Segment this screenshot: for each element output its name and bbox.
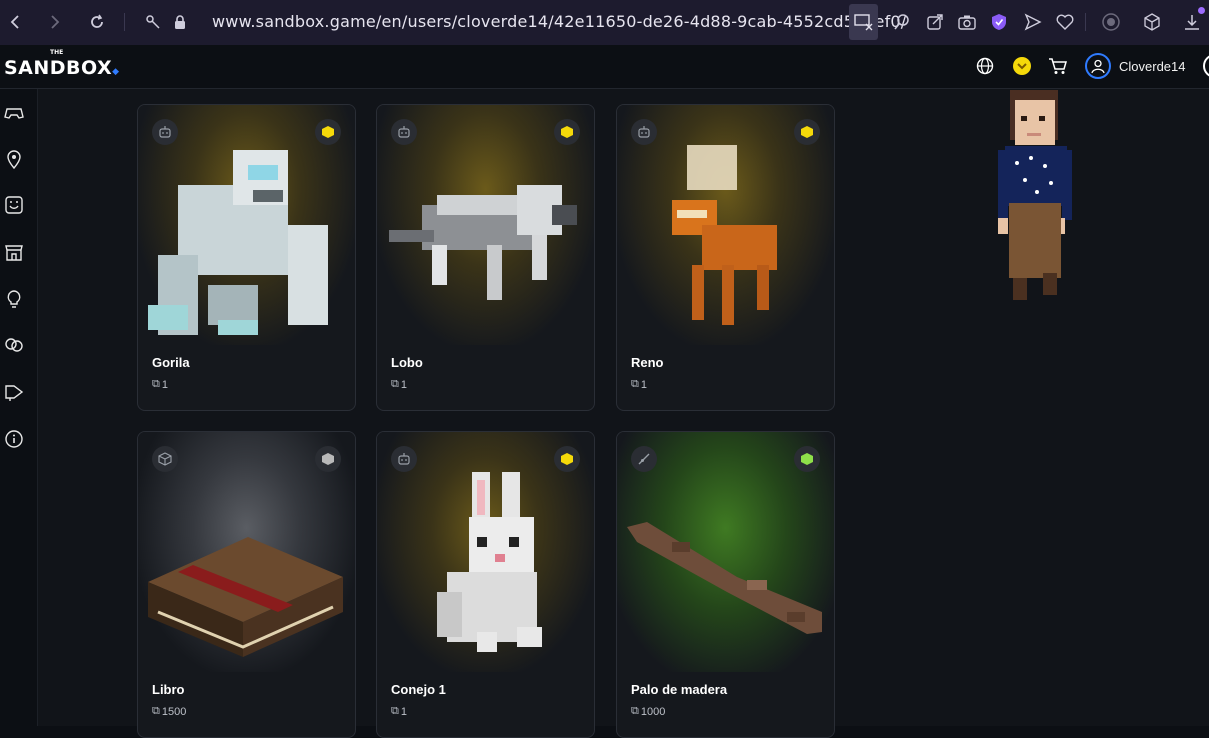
wolf-image	[389, 185, 577, 300]
book-image	[148, 537, 343, 657]
record-icon[interactable]	[1100, 11, 1122, 33]
sidebar	[0, 89, 38, 726]
edition-count: ⧉ 1	[631, 378, 647, 391]
count-value: 1	[400, 378, 407, 391]
card-title: Palo de madera	[631, 682, 728, 697]
sandbox-logo[interactable]: THE SANDBOX◆	[4, 49, 120, 79]
menu-button[interactable]	[1203, 54, 1209, 78]
edition-count: ⧉ 1	[391, 705, 407, 718]
heart-icon[interactable]	[1054, 11, 1076, 33]
link-circles-icon[interactable]	[4, 335, 24, 355]
card-title: Libro	[152, 682, 185, 697]
shop-icon[interactable]	[4, 242, 24, 262]
logo-top-text: THE	[50, 49, 64, 56]
download-icon[interactable]	[1181, 7, 1205, 33]
gorilla-image	[148, 150, 328, 335]
reindeer-image	[672, 145, 777, 325]
app-header: THE SANDBOX◆ Cloverde14	[0, 45, 1209, 89]
cart-icon[interactable]	[1047, 55, 1069, 77]
edition-count: ⧉ 1	[391, 378, 407, 391]
user-avatar-figure	[998, 90, 1072, 300]
site-info-icon[interactable]	[142, 11, 164, 33]
card-title: Lobo	[391, 355, 423, 370]
globe-icon[interactable]	[974, 55, 996, 77]
count-value: 1	[640, 378, 647, 391]
send-icon[interactable]	[1022, 11, 1044, 33]
count-value: 1	[400, 705, 407, 718]
copies-icon: ⧉	[391, 705, 399, 717]
card-title: Reno	[631, 355, 664, 370]
asset-card[interactable]: Gorila ⧉ 1	[137, 104, 356, 411]
asset-card[interactable]: Palo de madera ⧉ 1000	[616, 431, 835, 738]
asset-card[interactable]: Reno ⧉ 1	[616, 104, 835, 411]
edition-count: ⧉ 1000	[631, 705, 665, 718]
reload-icon[interactable]	[86, 11, 108, 33]
asset-card[interactable]: Lobo ⧉ 1	[376, 104, 595, 411]
copies-icon: ⧉	[152, 705, 160, 717]
logo-text: SANDBOX	[4, 57, 113, 79]
zoom-icon[interactable]	[891, 11, 913, 33]
user-avatar-icon[interactable]	[1085, 53, 1111, 79]
sand-coin-icon[interactable]	[1011, 55, 1033, 77]
username-label[interactable]: Cloverde14	[1119, 59, 1186, 74]
map-pin-icon[interactable]	[4, 149, 24, 169]
edition-count: ⧉ 1	[152, 378, 168, 391]
copies-icon: ⧉	[152, 378, 160, 390]
wooden-stick-image	[627, 522, 822, 634]
count-value: 1	[161, 378, 168, 391]
copies-icon: ⧉	[631, 378, 639, 390]
card-title: Conejo 1	[391, 682, 446, 697]
asset-card[interactable]: Conejo 1 ⧉ 1	[376, 431, 595, 738]
avatar-face-icon[interactable]	[4, 195, 24, 215]
browser-toolbar: www.sandbox.game/en/users/cloverde14/42e…	[0, 0, 1209, 45]
lightbulb-icon[interactable]	[4, 289, 24, 309]
cube-icon[interactable]	[1141, 11, 1163, 33]
camera-icon[interactable]	[956, 11, 978, 33]
count-value: 1000	[640, 705, 666, 718]
edition-count: ⧉ 1500	[152, 705, 186, 718]
lock-icon[interactable]	[169, 11, 191, 33]
rabbit-image	[437, 472, 542, 652]
copies-icon: ⧉	[391, 378, 399, 390]
asset-card[interactable]: Libro ⧉ 1500	[137, 431, 356, 738]
gamepad-icon[interactable]	[4, 103, 24, 123]
back-icon[interactable]	[4, 11, 26, 33]
card-title: Gorila	[152, 355, 190, 370]
share-icon[interactable]	[924, 11, 946, 33]
vpn-shield-icon[interactable]	[988, 11, 1010, 33]
info-icon[interactable]	[4, 429, 24, 449]
count-value: 1500	[161, 705, 187, 718]
copies-icon: ⧉	[631, 705, 639, 717]
reader-mode-button[interactable]	[849, 4, 878, 40]
megaphone-icon[interactable]	[4, 382, 24, 402]
address-bar[interactable]: www.sandbox.game/en/users/cloverde14/42e…	[212, 12, 906, 31]
forward-icon[interactable]	[44, 11, 66, 33]
